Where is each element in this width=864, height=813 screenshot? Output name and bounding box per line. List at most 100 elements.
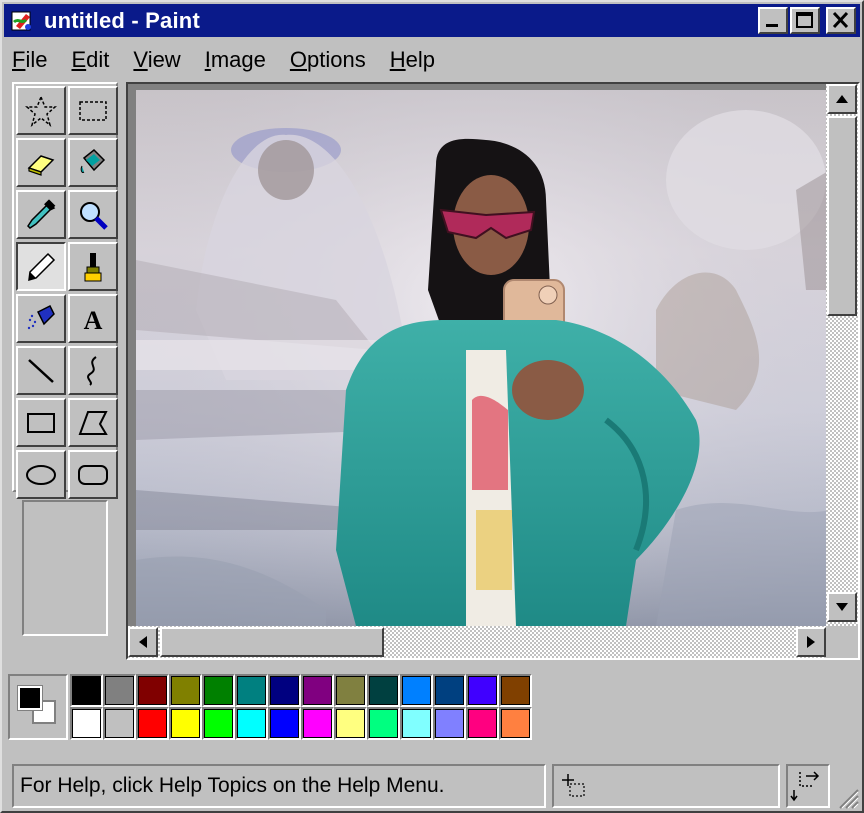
text-icon: A <box>84 306 103 335</box>
rect-select-icon <box>79 100 107 121</box>
palette-swatch-fill <box>468 676 497 705</box>
palette-swatch[interactable] <box>334 707 367 740</box>
scroll-right-button[interactable] <box>796 627 826 657</box>
palette-swatch[interactable] <box>268 707 301 740</box>
palette-swatch[interactable] <box>70 707 103 740</box>
palette-swatch-fill <box>303 709 332 738</box>
menu-options[interactable]: Options <box>290 47 366 73</box>
tool-eraser[interactable] <box>16 138 66 187</box>
palette-swatch-fill <box>369 676 398 705</box>
paint-bucket-icon <box>80 148 106 173</box>
ellipse-icon <box>26 464 56 485</box>
status-cursor-position <box>552 764 780 808</box>
palette-swatch[interactable] <box>103 707 136 740</box>
tool-options-panel[interactable] <box>22 500 108 636</box>
tool-pick-color[interactable] <box>16 190 66 239</box>
close-button[interactable] <box>826 7 856 34</box>
tool-fill[interactable] <box>68 138 118 187</box>
palette-swatch[interactable] <box>70 674 103 707</box>
menu-image[interactable]: Image <box>205 47 266 73</box>
palette-swatch[interactable] <box>202 707 235 740</box>
palette-swatch-fill <box>237 676 266 705</box>
palette-swatch[interactable] <box>433 707 466 740</box>
title-bar[interactable]: untitled - Paint <box>4 4 860 37</box>
palette-swatch[interactable] <box>268 674 301 707</box>
palette-swatch[interactable] <box>499 707 532 740</box>
palette-swatch[interactable] <box>499 674 532 707</box>
tool-rect-select[interactable] <box>68 86 118 135</box>
palette-swatch-fill <box>336 709 365 738</box>
palette-swatch-fill <box>501 709 530 738</box>
resize-grip-icon[interactable] <box>834 784 860 810</box>
palette-swatch[interactable] <box>400 674 433 707</box>
palette-swatch[interactable] <box>103 674 136 707</box>
palette-swatch[interactable] <box>136 707 169 740</box>
tool-pencil[interactable] <box>16 242 66 291</box>
palette-swatch[interactable] <box>367 674 400 707</box>
tool-airbrush[interactable] <box>16 294 66 343</box>
palette-swatch-fill <box>435 676 464 705</box>
palette-swatch[interactable] <box>466 674 499 707</box>
palette-swatch[interactable] <box>301 674 334 707</box>
maximize-button[interactable] <box>790 7 820 34</box>
current-colors[interactable] <box>8 674 68 740</box>
palette-swatch[interactable] <box>367 707 400 740</box>
palette-swatch[interactable] <box>169 707 202 740</box>
minimize-icon <box>766 24 778 27</box>
palette-swatch-fill <box>237 709 266 738</box>
tool-curve[interactable] <box>68 346 118 395</box>
palette-swatch[interactable] <box>202 674 235 707</box>
vertical-scroll-thumb[interactable] <box>827 116 857 316</box>
menu-view[interactable]: View <box>133 47 180 73</box>
palette-swatch[interactable] <box>433 674 466 707</box>
arrow-down-icon <box>836 603 848 611</box>
palette-swatch[interactable] <box>301 707 334 740</box>
menu-help[interactable]: Help <box>390 47 435 73</box>
maximize-icon <box>796 12 813 28</box>
tool-ellipse[interactable] <box>16 450 66 499</box>
vertical-scrollbar[interactable] <box>826 84 858 626</box>
status-help-text: For Help, click Help Topics on the Help … <box>12 764 546 808</box>
palette-swatch[interactable] <box>466 707 499 740</box>
palette-swatch[interactable] <box>235 707 268 740</box>
drawing-canvas[interactable] <box>136 90 830 626</box>
palette-swatch[interactable] <box>169 674 202 707</box>
tool-free-form-select[interactable] <box>16 86 66 135</box>
tool-magnifier[interactable] <box>68 190 118 239</box>
tool-polygon[interactable] <box>68 398 118 447</box>
palette-swatch[interactable] <box>334 674 367 707</box>
scroll-up-button[interactable] <box>827 84 857 114</box>
palette-swatch[interactable] <box>400 707 433 740</box>
scroll-down-button[interactable] <box>827 592 857 622</box>
palette-swatch-fill <box>138 709 167 738</box>
menu-file[interactable]: File <box>12 47 47 73</box>
palette-swatch[interactable] <box>235 674 268 707</box>
palette-swatch-fill <box>171 676 200 705</box>
tool-rounded-rectangle[interactable] <box>68 450 118 499</box>
arrow-left-icon <box>139 636 147 648</box>
tool-brush[interactable] <box>68 242 118 291</box>
palette-swatch[interactable] <box>136 674 169 707</box>
palette-swatch-fill <box>468 709 497 738</box>
arrow-up-icon <box>836 95 848 103</box>
tool-line[interactable] <box>16 346 66 395</box>
palette-swatch-fill <box>435 709 464 738</box>
palette-swatch-fill <box>402 676 431 705</box>
horizontal-scrollbar[interactable] <box>128 626 828 658</box>
palette-swatch-fill <box>72 676 101 705</box>
toolbox: A <box>12 82 118 499</box>
tool-text[interactable]: A <box>68 294 118 343</box>
window-title: untitled - Paint <box>44 7 200 33</box>
foreground-color-swatch[interactable] <box>17 685 43 711</box>
minimize-button[interactable] <box>758 7 788 34</box>
horizontal-scroll-thumb[interactable] <box>160 627 384 657</box>
tool-rectangle[interactable] <box>16 398 66 447</box>
palette-swatch-fill <box>105 709 134 738</box>
menu-edit[interactable]: Edit <box>71 47 109 73</box>
eyedropper-icon <box>27 198 56 229</box>
canvas-frame <box>126 82 860 660</box>
window-controls <box>758 7 856 34</box>
palette-swatch-fill <box>105 676 134 705</box>
arrow-right-icon <box>807 636 815 648</box>
scroll-left-button[interactable] <box>128 627 158 657</box>
